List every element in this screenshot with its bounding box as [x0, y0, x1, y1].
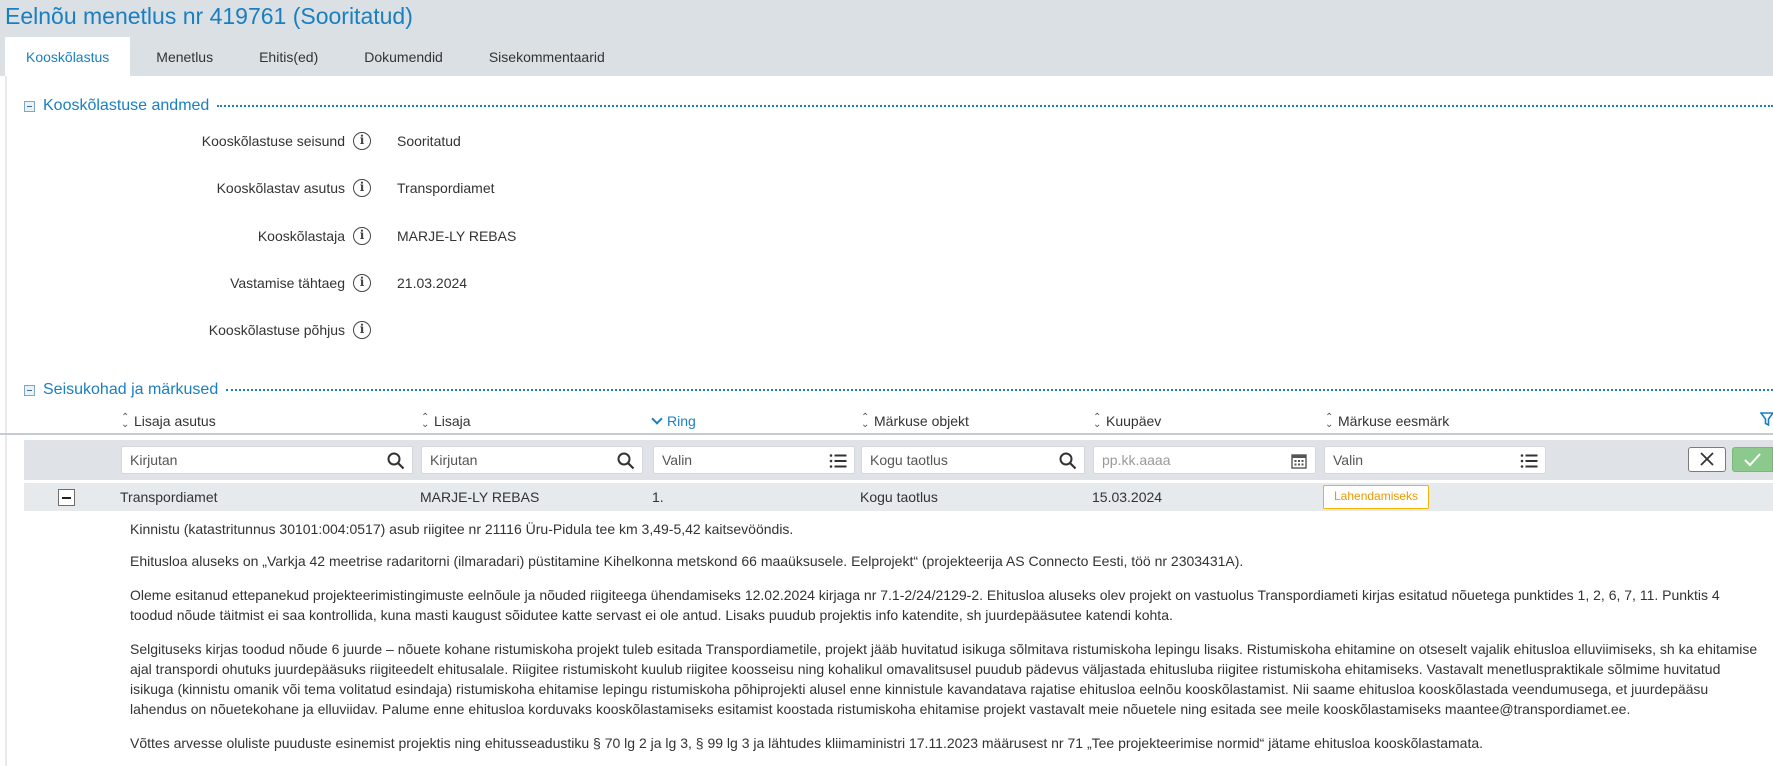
remark-paragraph: Võttes arvesse oluliste puuduste esinemi…	[130, 735, 1484, 751]
cell-asutus: Transpordiamet	[120, 489, 218, 505]
collapse-section-button[interactable]	[24, 100, 35, 112]
tab-ehitised[interactable]: Ehitis(ed)	[239, 37, 338, 76]
checkmark-icon	[1744, 453, 1761, 467]
column-label: Kuupäev	[1106, 413, 1162, 429]
tab-menetlus[interactable]: Menetlus	[136, 37, 233, 76]
field-row-kooskolastaja: Kooskõlastaja i MARJE-LY REBAS	[0, 226, 900, 246]
filter-placeholder: Valin	[1333, 452, 1364, 468]
section-header-remarks: Seisukohad ja märkused	[24, 380, 1773, 400]
column-label: Märkuse eesmärk	[1338, 413, 1450, 429]
sort-icon: ⌃ ⌄	[861, 412, 870, 430]
filter-asutus-input[interactable]: Kirjutan	[121, 446, 413, 474]
field-row-seisund: Kooskõlastuse seisund i Sooritatud	[0, 131, 900, 151]
table-header: ⌃ ⌄ Lisaja asutus ⌃ ⌄ Lisaja Ring ⌃ ⌄ Märku…	[0, 411, 1773, 435]
filter-row: Kirjutan Kirjutan Valin Kogu taotlus pp.…	[24, 440, 1773, 480]
remark-text: Kinnistu (katastritunnus 30101:004:0517)…	[130, 519, 1765, 765]
page-title: Eelnõu menetlus nr 419761 (Sooritatud)	[5, 3, 413, 29]
tab-kooskolastus[interactable]: Kooskõlastus	[5, 37, 131, 76]
column-label: Lisaja	[434, 413, 471, 429]
section-title: Seisukohad ja märkused	[43, 381, 219, 398]
calendar-icon[interactable]	[1289, 451, 1309, 471]
column-label: Lisaja asutus	[134, 413, 216, 429]
search-icon[interactable]	[1058, 451, 1078, 471]
filter-value: Kogu taotlus	[870, 452, 948, 468]
field-value: Sooritatud	[397, 133, 461, 149]
cell-lisaja: MARJE-LY REBAS	[420, 489, 540, 505]
filter-eesmark-select[interactable]: Valin	[1324, 446, 1546, 474]
clear-filters-button[interactable]	[1688, 447, 1726, 472]
status-badge: Lahendamiseks	[1323, 485, 1430, 509]
apply-filters-button[interactable]	[1732, 447, 1773, 472]
tab-sisekommentaarid[interactable]: Sisekommentaarid	[469, 37, 625, 76]
remark-paragraph: Kinnistu (katastritunnus 30101:004:0517)…	[130, 521, 794, 537]
filter-placeholder: Kirjutan	[430, 452, 478, 468]
field-label: Kooskõlastaja	[257, 228, 345, 244]
filter-placeholder: pp.kk.aaaa	[1102, 452, 1171, 468]
filter-placeholder: Valin	[662, 452, 693, 468]
column-header-asutus[interactable]: ⌃ ⌄ Lisaja asutus	[121, 411, 216, 431]
table-row[interactable]: Transpordiamet MARJE-LY REBAS 1. Kogu ta…	[24, 483, 1773, 511]
field-value: MARJE-LY REBAS	[397, 228, 517, 244]
field-label: Kooskõlastuse seisund	[201, 133, 345, 149]
column-header-eesmark[interactable]: ⌃ ⌄ Märkuse eesmärk	[1325, 411, 1449, 431]
collapse-section-button[interactable]	[24, 384, 35, 396]
filter-lisaja-input[interactable]: Kirjutan	[421, 446, 643, 474]
tab-dokumendid[interactable]: Dokumendid	[344, 37, 463, 76]
field-label: Kooskõlastav asutus	[216, 180, 345, 196]
filter-ring-select[interactable]: Valin	[653, 446, 855, 474]
info-icon[interactable]: i	[353, 227, 371, 245]
cell-kuupaev: 15.03.2024	[1092, 489, 1163, 505]
field-label: Kooskõlastuse põhjus	[208, 322, 345, 338]
field-value: 21.03.2024	[397, 275, 468, 291]
filter-icon[interactable]	[1760, 411, 1773, 427]
sort-icon: ⌃ ⌄	[1325, 412, 1334, 430]
info-icon[interactable]: i	[353, 274, 371, 292]
sort-icon: ⌃ ⌄	[1093, 412, 1102, 430]
section-divider	[226, 389, 1773, 391]
column-header-ring[interactable]: Ring	[652, 411, 696, 431]
cell-objekt: Kogu taotlus	[860, 489, 938, 505]
column-label: Ring	[667, 413, 696, 429]
section-title: Kooskõlastuse andmed	[43, 97, 210, 114]
field-label: Vastamise tähtaeg	[230, 275, 345, 291]
search-icon[interactable]	[386, 451, 406, 471]
filter-objekt-input[interactable]: Kogu taotlus	[861, 446, 1085, 474]
sort-icon: ⌃ ⌄	[421, 412, 430, 430]
close-icon	[1700, 452, 1714, 466]
column-header-kuupaev[interactable]: ⌃ ⌄ Kuupäev	[1093, 411, 1161, 431]
field-row-pohjus: Kooskõlastuse põhjus i	[0, 320, 900, 340]
remark-paragraph: Selgituseks kirjas toodud nõude 6 juurde…	[130, 641, 1758, 717]
sort-icon: ⌃ ⌄	[121, 412, 130, 430]
section-header-details: Kooskõlastuse andmed	[24, 96, 1773, 116]
info-icon[interactable]: i	[353, 132, 371, 150]
collapse-row-button[interactable]	[58, 489, 75, 506]
column-header-objekt[interactable]: ⌃ ⌄ Märkuse objekt	[861, 411, 969, 431]
field-row-tahtaeg: Vastamise tähtaeg i 21.03.2024	[0, 273, 900, 293]
column-label: Märkuse objekt	[874, 413, 969, 429]
info-icon[interactable]: i	[353, 179, 371, 197]
field-value: Transpordiamet	[397, 180, 495, 196]
remark-paragraph: Ehitusloa aluseks on „Varkja 42 meetrise…	[130, 553, 1244, 569]
filter-kuupaev-input[interactable]: pp.kk.aaaa	[1093, 446, 1316, 474]
tab-bar: Kooskõlastus Menetlus Ehitis(ed) Dokumen…	[5, 37, 625, 76]
remark-paragraph: Oleme esitanud ettepanekud projekteerimi…	[130, 587, 1720, 623]
column-header-lisaja[interactable]: ⌃ ⌄ Lisaja	[421, 411, 471, 431]
search-icon[interactable]	[616, 451, 636, 471]
section-divider	[217, 105, 1773, 107]
list-icon[interactable]	[828, 451, 848, 471]
cell-ring: 1.	[652, 489, 664, 505]
filter-placeholder: Kirjutan	[130, 452, 178, 468]
info-icon[interactable]: i	[353, 321, 371, 339]
chevron-down-icon	[652, 416, 662, 426]
list-icon[interactable]	[1519, 451, 1539, 471]
field-row-asutus: Kooskõlastav asutus i Transpordiamet	[0, 178, 900, 198]
